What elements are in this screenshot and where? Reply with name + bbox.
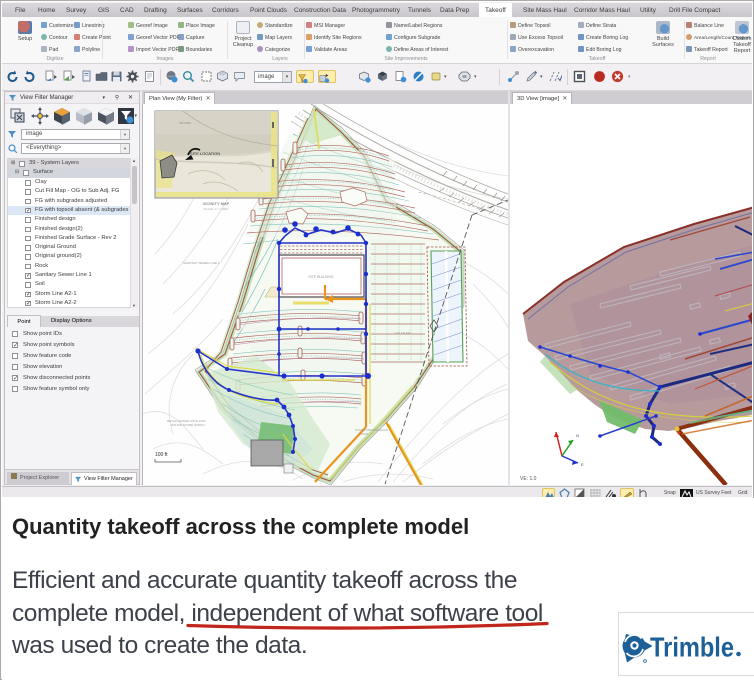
svg-text:N: N [576,433,579,438]
svg-text:ROUND STORE SUPPLY: ROUND STORE SUPPLY [171,423,206,427]
svg-text:100 YR FPL: 100 YR FPL [395,331,412,335]
svg-text:SITE LOCATION: SITE LOCATION [190,151,220,156]
svg-text:100 ft: 100 ft [155,452,168,458]
svg-text:SCALE: 1" = 2000': SCALE: 1" = 2000' [204,207,229,211]
svg-text:VICINITY MAP: VICINITY MAP [203,201,230,206]
svg-text:N: N [433,332,435,336]
svg-text:ROOM: ROOM [359,432,369,436]
svg-text:E: E [581,462,584,467]
svg-text:VE: 1.0: VE: 1.0 [520,476,537,482]
svg-text:FM 2920: FM 2920 [179,121,191,125]
svg-text:SANITARY SEWER LINE 1: SANITARY SEWER LINE 1 [183,261,220,265]
svg-text:Trimble: Trimble [650,632,734,663]
svg-text:SITE BUILDING: SITE BUILDING [308,275,334,279]
